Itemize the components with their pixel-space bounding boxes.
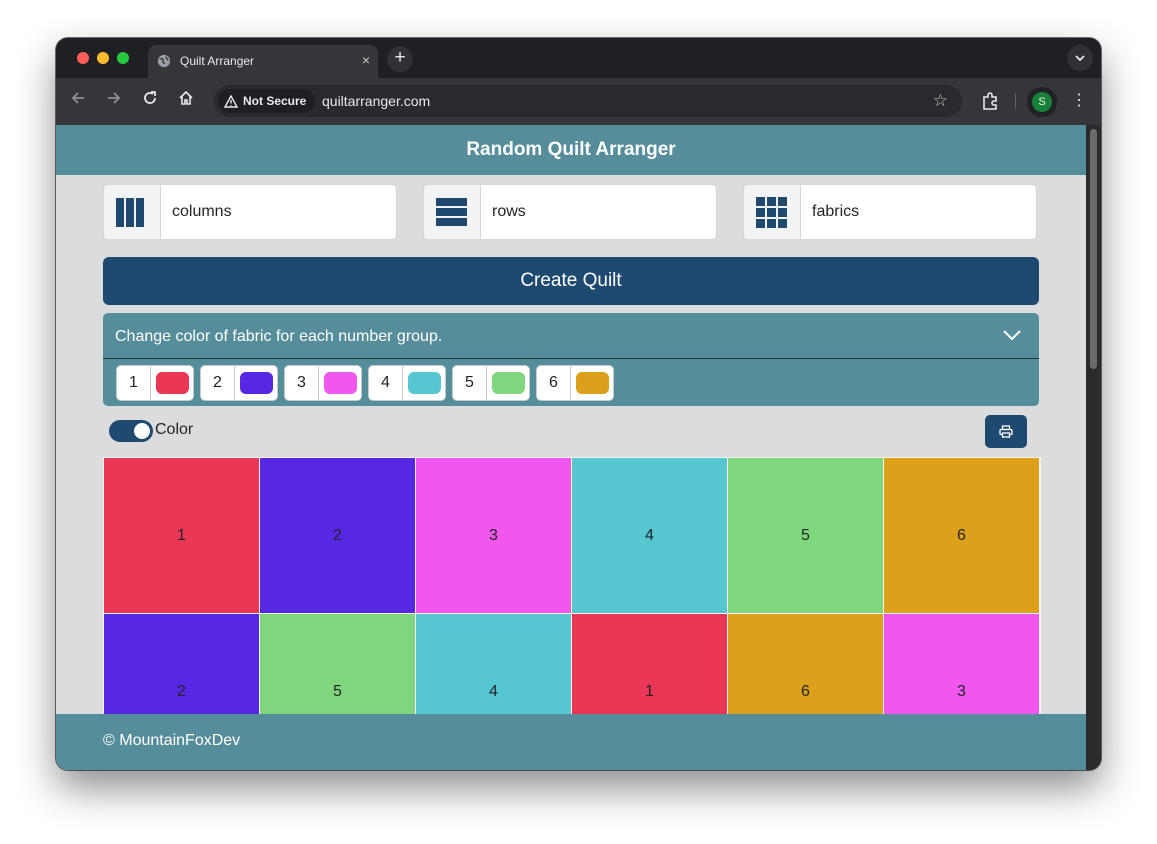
tab-quilt-arranger[interactable]: Quilt Arranger × xyxy=(148,45,378,78)
color-toggle-label: Color xyxy=(155,421,194,438)
fabric-number: 5 xyxy=(453,366,487,400)
page-footer: © MountainFoxDev xyxy=(56,714,1086,770)
reload-button[interactable] xyxy=(139,90,161,112)
tab-close-icon[interactable]: × xyxy=(362,52,370,68)
quilt-block: 2 xyxy=(260,458,415,613)
bookmark-star-icon[interactable]: ☆ xyxy=(933,91,948,111)
footer-copyright: © MountainFoxDev xyxy=(103,732,241,749)
quilt-block: 4 xyxy=(572,458,727,613)
forward-button[interactable] xyxy=(103,90,125,112)
home-button[interactable] xyxy=(175,90,197,112)
tab-search-button[interactable] xyxy=(1067,45,1093,71)
profile-initial: S xyxy=(1032,92,1052,112)
quilt-block: 5 xyxy=(728,458,883,613)
chevron-down-icon xyxy=(1075,54,1085,61)
fabric-number: 2 xyxy=(201,366,235,400)
more-menu-icon[interactable]: ⋮ xyxy=(1071,90,1087,110)
warning-icon xyxy=(224,94,238,108)
fabric-number: 1 xyxy=(117,366,151,400)
color-picker[interactable] xyxy=(240,372,273,394)
tab-strip: Quilt Arranger × + xyxy=(56,38,1101,78)
security-label: Not Secure xyxy=(243,94,307,108)
columns-icon xyxy=(104,185,161,239)
url-text[interactable]: quiltarranger.com xyxy=(322,93,430,109)
browser-toolbar: Not Secure quiltarranger.com ☆ S ⋮ xyxy=(56,78,1101,125)
fabric-swatch: 2 xyxy=(200,365,278,401)
arrow-right-icon xyxy=(108,92,121,104)
rows-icon xyxy=(424,185,481,239)
fabric-swatch: 6 xyxy=(536,365,614,401)
fabrics-field[interactable]: fabrics xyxy=(743,184,1037,240)
columns-field[interactable]: columns xyxy=(103,184,397,240)
rows-field[interactable]: rows xyxy=(423,184,717,240)
color-picker[interactable] xyxy=(576,372,609,394)
fabric-number: 6 xyxy=(537,366,571,400)
vertical-scrollbar[interactable] xyxy=(1086,125,1101,770)
toggle-knob xyxy=(134,423,150,439)
globe-icon xyxy=(157,54,171,68)
profile-avatar[interactable]: S xyxy=(1027,87,1057,117)
maximize-window-button[interactable] xyxy=(117,52,129,64)
close-window-button[interactable] xyxy=(77,52,89,64)
arrow-left-icon xyxy=(71,92,84,104)
reload-icon xyxy=(144,91,156,104)
color-toggle[interactable] xyxy=(109,420,153,442)
create-quilt-button[interactable]: Create Quilt xyxy=(103,257,1039,305)
color-picker[interactable] xyxy=(492,372,525,394)
fabric-color-accordion: Change color of fabric for each number g… xyxy=(103,313,1039,406)
fabric-number: 3 xyxy=(285,366,319,400)
page-viewport: Random Quilt Arranger columns rows fabri… xyxy=(56,125,1086,770)
address-bar[interactable]: Not Secure quiltarranger.com ☆ xyxy=(214,85,962,117)
rows-input[interactable]: rows xyxy=(492,203,526,221)
quilt-block: 1 xyxy=(104,458,259,613)
color-picker[interactable] xyxy=(156,372,189,394)
minimize-window-button[interactable] xyxy=(97,52,109,64)
security-chip[interactable]: Not Secure xyxy=(218,89,316,113)
accordion-title: Change color of fabric for each number g… xyxy=(115,328,443,345)
home-icon xyxy=(179,90,193,105)
scrollbar-thumb[interactable] xyxy=(1090,129,1097,369)
accordion-header[interactable]: Change color of fabric for each number g… xyxy=(103,313,1039,359)
new-tab-button[interactable]: + xyxy=(387,46,413,72)
toolbar-divider xyxy=(1015,93,1016,109)
printer-icon xyxy=(999,425,1013,438)
chevron-down-icon[interactable] xyxy=(1001,327,1023,343)
print-button[interactable] xyxy=(985,415,1027,448)
fabrics-input[interactable]: fabrics xyxy=(812,203,859,221)
fabric-swatch: 1 xyxy=(116,365,194,401)
grid-icon xyxy=(744,185,801,239)
quilt-block: 6 xyxy=(884,458,1039,613)
extensions-icon[interactable] xyxy=(979,90,1001,112)
back-button[interactable] xyxy=(67,90,89,112)
color-picker[interactable] xyxy=(408,372,441,394)
fabric-number: 4 xyxy=(369,366,403,400)
quilt-block: 3 xyxy=(416,458,571,613)
tab-title: Quilt Arranger xyxy=(180,54,255,68)
columns-input[interactable]: columns xyxy=(172,203,232,221)
fabric-swatch-list: 1 2 3 4 5 6 xyxy=(116,365,614,401)
fabric-swatch: 5 xyxy=(452,365,530,401)
fabric-swatch: 4 xyxy=(368,365,446,401)
browser-window: Quilt Arranger × + Not Secure quiltarran… xyxy=(56,38,1101,770)
color-picker[interactable] xyxy=(324,372,357,394)
page-title: Random Quilt Arranger xyxy=(56,125,1086,175)
fabric-swatch: 3 xyxy=(284,365,362,401)
